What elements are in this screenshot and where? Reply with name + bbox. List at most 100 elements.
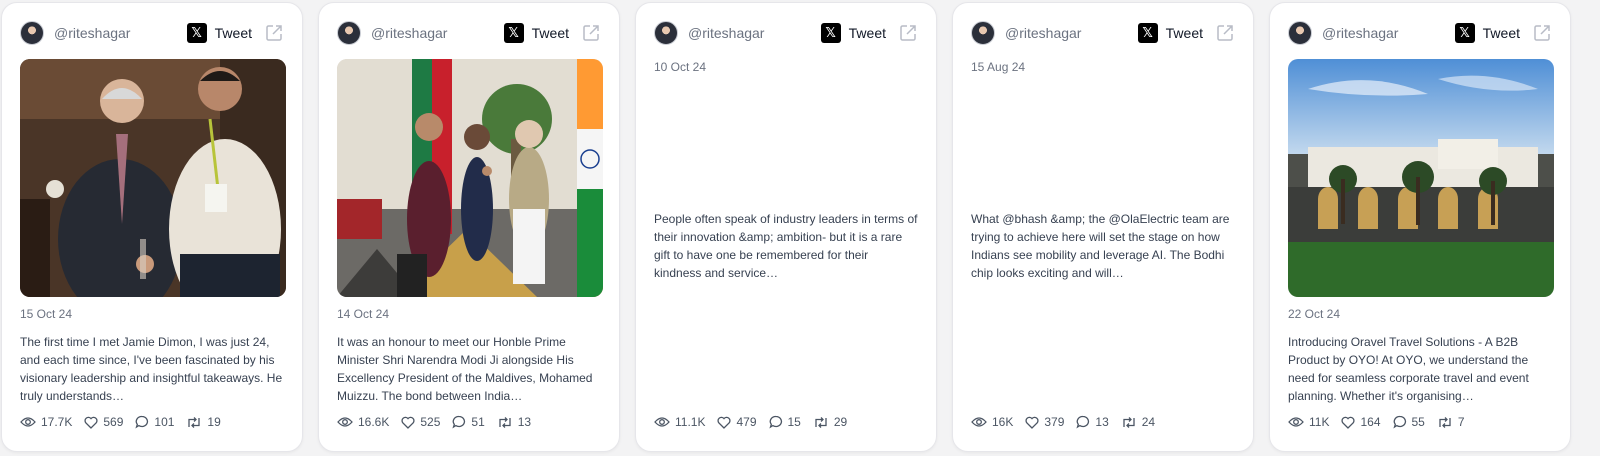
- tweet-stats: 16K 379 13 24: [971, 413, 1235, 431]
- avatar[interactable]: [1288, 21, 1312, 45]
- tweet-label[interactable]: Tweet: [849, 25, 886, 41]
- heart-icon: [1341, 416, 1355, 429]
- tweet-label[interactable]: Tweet: [1483, 25, 1520, 41]
- retweets-count: 7: [1457, 415, 1465, 429]
- author-handle[interactable]: @riteshagar: [1322, 25, 1455, 41]
- tweet-stats: 16.6K 525 51 13: [337, 413, 601, 431]
- retweet-icon: [188, 416, 201, 428]
- replies-stat[interactable]: 51: [452, 415, 485, 429]
- retweets-count: 19: [207, 415, 221, 429]
- replies-stat[interactable]: 15: [768, 415, 801, 429]
- retweets-count: 29: [833, 415, 848, 429]
- comment-icon: [135, 415, 149, 429]
- tweet-label[interactable]: Tweet: [1166, 25, 1203, 41]
- tweet-text: Introducing Oravel Travel Solutions - A …: [1288, 335, 1529, 403]
- tweet-text: What @bhash &amp; the @OlaElectric team …: [971, 212, 1230, 280]
- tweet-label[interactable]: Tweet: [215, 25, 252, 41]
- replies-stat[interactable]: 101: [135, 415, 174, 429]
- retweet-icon: [1439, 416, 1451, 428]
- author-handle[interactable]: @riteshagar: [1005, 25, 1138, 41]
- retweets-stat[interactable]: 24: [1121, 415, 1155, 429]
- retweets-stat[interactable]: 19: [186, 415, 221, 429]
- tweet-stats: 17.7K 569 101 19: [20, 413, 284, 431]
- tweet-date: 10 Oct 24: [654, 60, 707, 74]
- external-link-icon[interactable]: [581, 23, 601, 43]
- views-stat: 16K: [971, 415, 1013, 429]
- external-link-icon[interactable]: [1215, 23, 1235, 43]
- heart-icon: [401, 416, 415, 429]
- likes-count: 525: [420, 415, 441, 429]
- likes-stat[interactable]: 525: [401, 415, 440, 429]
- external-link-icon[interactable]: [898, 23, 918, 43]
- tweet-card-header: @riteshagar 𝕏 Tweet: [20, 21, 284, 45]
- tweet-stats: 11.1K 479 15 29: [654, 413, 918, 431]
- x-logo-icon: 𝕏: [820, 23, 841, 43]
- avatar[interactable]: [971, 21, 995, 45]
- likes-stat[interactable]: 569: [84, 415, 123, 429]
- views-count: 11K: [1309, 415, 1330, 429]
- retweets-count: 13: [517, 415, 532, 429]
- comment-icon: [1076, 415, 1090, 429]
- likes-stat[interactable]: 164: [1341, 415, 1381, 429]
- views-count: 17.7K: [41, 415, 73, 429]
- tweet-stats: 11K 164 55 7: [1288, 413, 1552, 431]
- x-logo-icon: 𝕏: [503, 23, 524, 43]
- eye-icon: [1288, 417, 1304, 427]
- comment-icon: [768, 415, 782, 429]
- tweet-date: 15 Oct 24: [20, 307, 73, 321]
- eye-icon: [20, 417, 36, 427]
- eye-icon: [971, 417, 987, 427]
- tweet-text: The first time I met Jamie Dimon, I was …: [20, 335, 283, 403]
- likes-count: 379: [1044, 415, 1065, 429]
- avatar[interactable]: [654, 21, 678, 45]
- tweet-image[interactable]: [1288, 59, 1554, 297]
- author-handle[interactable]: @riteshagar: [688, 25, 821, 41]
- views-count: 16K: [992, 415, 1014, 429]
- author-handle[interactable]: @riteshagar: [371, 25, 504, 41]
- external-link-icon[interactable]: [264, 23, 284, 43]
- x-logo-icon: 𝕏: [1137, 23, 1158, 43]
- likes-stat[interactable]: 479: [717, 415, 757, 429]
- x-logo-icon: 𝕏: [186, 23, 207, 43]
- tweet-date: 14 Oct 24: [337, 307, 390, 321]
- retweets-stat[interactable]: 13: [497, 415, 531, 429]
- replies-count: 51: [471, 415, 485, 429]
- tweet-card[interactable]: @riteshagar 𝕏 Tweet: [1269, 2, 1571, 452]
- heart-icon: [84, 416, 98, 429]
- tweet-card-header: @riteshagar 𝕏 Tweet: [337, 21, 601, 45]
- avatar[interactable]: [337, 21, 361, 45]
- tweet-date: 15 Aug 24: [971, 60, 1026, 74]
- views-count: 11.1K: [675, 415, 706, 429]
- replies-stat[interactable]: 55: [1392, 415, 1425, 429]
- views-stat: 11.1K: [654, 415, 705, 429]
- x-logo-icon: 𝕏: [1454, 23, 1475, 43]
- avatar[interactable]: [20, 21, 44, 45]
- tweet-card[interactable]: @riteshagar 𝕏 Tweet 15 Aug 24 What @bhas…: [952, 2, 1254, 452]
- tweet-card[interactable]: @riteshagar 𝕏 Tweet 10 Oct 24 People oft…: [635, 2, 937, 452]
- retweets-stat[interactable]: 7: [1437, 415, 1465, 429]
- replies-count: 15: [787, 415, 801, 429]
- replies-count: 55: [1411, 415, 1425, 429]
- likes-count: 164: [1360, 415, 1381, 429]
- likes-stat[interactable]: 379: [1025, 415, 1064, 429]
- tweet-card-header: @riteshagar 𝕏 Tweet: [971, 21, 1235, 45]
- tweet-card[interactable]: @riteshagar 𝕏 Tweet: [318, 2, 620, 452]
- replies-count: 13: [1095, 415, 1109, 429]
- external-link-icon[interactable]: [1532, 23, 1552, 43]
- tweet-label[interactable]: Tweet: [532, 25, 569, 41]
- tweet-image[interactable]: [337, 59, 603, 297]
- retweets-count: 24: [1141, 415, 1156, 429]
- retweet-icon: [815, 416, 827, 428]
- views-stat: 17.7K: [20, 415, 72, 429]
- eye-icon: [654, 417, 670, 427]
- retweets-stat[interactable]: 29: [813, 415, 847, 429]
- tweet-card[interactable]: @riteshagar 𝕏 Tweet 15 Oct 24 The first …: [1, 2, 303, 452]
- replies-stat[interactable]: 13: [1076, 415, 1109, 429]
- tweet-date: 22 Oct 24: [1288, 307, 1341, 321]
- heart-icon: [1025, 416, 1039, 429]
- tweet-card-header: @riteshagar 𝕏 Tweet: [654, 21, 918, 45]
- replies-count: 101: [154, 415, 175, 429]
- tweet-image[interactable]: [20, 59, 286, 297]
- author-handle[interactable]: @riteshagar: [54, 25, 187, 41]
- likes-count: 479: [736, 415, 757, 429]
